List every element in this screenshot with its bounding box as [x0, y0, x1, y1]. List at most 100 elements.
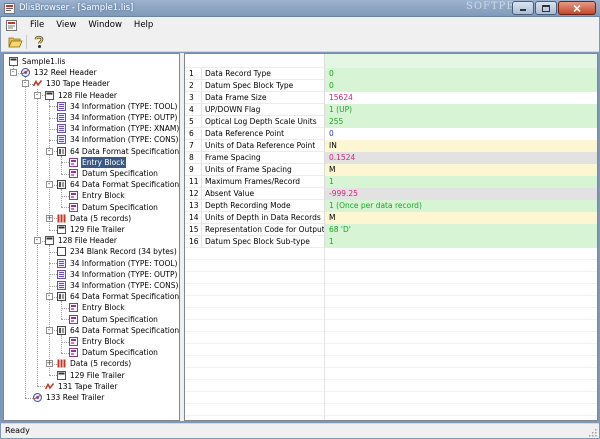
field-name: Datum Spec Block Sub-type: [201, 236, 324, 248]
record-tree[interactable]: Sample1.lis -132 Reel Header -130 Tape Hea…: [3, 53, 180, 421]
menu-help[interactable]: Help: [128, 18, 159, 32]
tree-node[interactable]: 129 File Trailer: [4, 224, 179, 235]
menu-bar: File View Window Help: [1, 17, 599, 33]
expand-icon[interactable]: +: [45, 360, 53, 368]
tree-node[interactable]: Datum Specification: [4, 347, 179, 358]
tree-node[interactable]: Entry Block: [4, 336, 179, 347]
menu-window[interactable]: Window: [82, 18, 128, 32]
empty-grid-row: [185, 380, 597, 392]
tree-node[interactable]: Entry Block: [4, 156, 179, 168]
tree-node[interactable]: 34 Information (TYPE: OUTP): [4, 112, 179, 123]
collapse-icon[interactable]: -: [33, 237, 41, 245]
help-button[interactable]: [31, 34, 47, 50]
grid-row[interactable]: 16 Datum Spec Block Sub-type 1: [185, 236, 597, 248]
field-value[interactable]: 1 (UP): [324, 104, 597, 116]
maximize-button[interactable]: [535, 1, 557, 15]
grid-row[interactable]: 12 Absent Value -999.25: [185, 188, 597, 200]
tree-node[interactable]: 34 Information (TYPE: CONS): [4, 280, 179, 291]
tree-node[interactable]: 34 Information (TYPE: TOOL): [4, 101, 179, 112]
grid-row[interactable]: 3 Data Frame Size 15624: [185, 92, 597, 104]
status-bar: Ready: [1, 423, 599, 438]
tree-node-label: Datum Specification: [82, 169, 158, 178]
tree-node[interactable]: 131 Tape Trailer: [4, 381, 179, 392]
tree-node[interactable]: 133 Reel Trailer: [4, 392, 179, 403]
tree-node[interactable]: Datum Specification: [4, 202, 179, 213]
collapse-icon[interactable]: -: [9, 69, 17, 77]
collapse-icon[interactable]: -: [21, 80, 29, 88]
row-number: 16: [189, 237, 199, 246]
field-value[interactable]: 1 (Once per data record): [324, 200, 597, 212]
tree-node[interactable]: - 64 Data Format Specification: [4, 179, 179, 190]
properties-grid[interactable]: 1 Data Record Type 0 2 Datum Spec Block Type…: [184, 53, 598, 421]
grid-row[interactable]: 14 Units of Depth in Data Records M: [185, 212, 597, 224]
close-icon: [573, 4, 581, 12]
resize-grip-icon[interactable]: [587, 427, 597, 437]
field-value[interactable]: 1: [324, 176, 597, 188]
field-value[interactable]: 1: [324, 236, 597, 248]
collapse-icon[interactable]: -: [45, 147, 53, 155]
tree-node[interactable]: Entry Block: [4, 190, 179, 201]
grid-row[interactable]: 11 Maximum Frames/Record 1: [185, 176, 597, 188]
tree-node[interactable]: - 128 File Header: [4, 90, 179, 101]
collapse-icon[interactable]: -: [33, 91, 41, 99]
grid-row[interactable]: 7 Units of Data Reference Point IN: [185, 140, 597, 152]
tree-node[interactable]: - 128 File Header: [4, 235, 179, 246]
document-icon[interactable]: [5, 19, 18, 32]
grid-row[interactable]: 1 Data Record Type 0: [185, 68, 597, 80]
grid-row[interactable]: 9 Units of Frame Spacing M: [185, 164, 597, 176]
tree-node[interactable]: - 64 Data Format Specification: [4, 146, 179, 157]
grid-row[interactable]: 6 Data Reference Point 0: [185, 128, 597, 140]
tree-node[interactable]: 34 Information (TYPE: CONS): [4, 134, 179, 145]
close-button[interactable]: [558, 1, 596, 15]
tree-node[interactable]: - 64 Data Format Specification: [4, 291, 179, 302]
tape-icon: [33, 80, 42, 87]
tree-node[interactable]: 34 Information (TYPE: XNAM): [4, 123, 179, 134]
tree-node[interactable]: - 64 Data Format Specification: [4, 325, 179, 336]
app-icon: [4, 3, 15, 14]
tree-node[interactable]: + Data (5 records): [4, 358, 179, 369]
field-value[interactable]: 0.1524: [324, 152, 597, 164]
field-value[interactable]: 0: [324, 128, 597, 140]
column-separator: [324, 320, 325, 332]
field-value[interactable]: IN: [324, 140, 597, 152]
grid-row[interactable]: 8 Frame Spacing 0.1524: [185, 152, 597, 164]
open-file-button[interactable]: [7, 34, 23, 50]
tree-node-label: 131 Tape Trailer: [58, 381, 118, 391]
tree-node[interactable]: + Data (5 records): [4, 213, 179, 224]
tree-node[interactable]: Datum Specification: [4, 168, 179, 179]
field-value[interactable]: M: [324, 164, 597, 176]
minimize-button[interactable]: [512, 1, 534, 15]
menu-view[interactable]: View: [50, 18, 82, 32]
grid-row[interactable]: 13 Depth Recording Mode 1 (Once per data r…: [185, 200, 597, 212]
field-value[interactable]: 255: [324, 116, 597, 128]
tree-node[interactable]: Sample1.lis: [4, 56, 179, 67]
tree-node[interactable]: - 132 Reel Header: [4, 67, 179, 78]
field-value[interactable]: -999.25: [324, 188, 597, 200]
tree-node[interactable]: 34 Information (TYPE: TOOL): [4, 258, 179, 269]
tree-node-label: 129 File Trailer: [70, 225, 125, 234]
tree-node[interactable]: Entry Block: [4, 302, 179, 313]
expand-icon[interactable]: +: [45, 214, 53, 222]
tree-node[interactable]: 34 Information (TYPE: OUTP): [4, 269, 179, 280]
tree-node[interactable]: Datum Specification: [4, 314, 179, 325]
grid-row[interactable]: 5 Optical Log Depth Scale Units 255: [185, 116, 597, 128]
field-value[interactable]: 15624: [324, 92, 597, 104]
field-value[interactable]: M: [324, 212, 597, 224]
collapse-icon[interactable]: -: [45, 181, 53, 189]
grid-row[interactable]: 15 Representation Code for Output ... 68 '…: [185, 224, 597, 236]
field-value[interactable]: 0: [324, 80, 597, 92]
tree-node[interactable]: 234 Blank Record (34 bytes): [4, 246, 179, 257]
tree-node[interactable]: - 130 Tape Header: [4, 78, 179, 89]
row-number: 9: [189, 165, 194, 174]
collapse-icon[interactable]: -: [45, 326, 53, 334]
collapse-icon[interactable]: -: [45, 293, 53, 301]
empty-grid-row: [185, 368, 597, 380]
menu-file[interactable]: File: [24, 18, 50, 32]
tree-node[interactable]: 129 File Trailer: [4, 370, 179, 381]
field-value[interactable]: 0: [324, 68, 597, 80]
grid-row[interactable]: 4 UP/DOWN Flag 1 (UP): [185, 104, 597, 116]
field-name: Depth Recording Mode: [201, 200, 324, 212]
grid-row[interactable]: 2 Datum Spec Block Type 0: [185, 80, 597, 92]
field-name: Units of Data Reference Point: [201, 140, 324, 152]
field-value[interactable]: 68 'D': [324, 224, 597, 236]
